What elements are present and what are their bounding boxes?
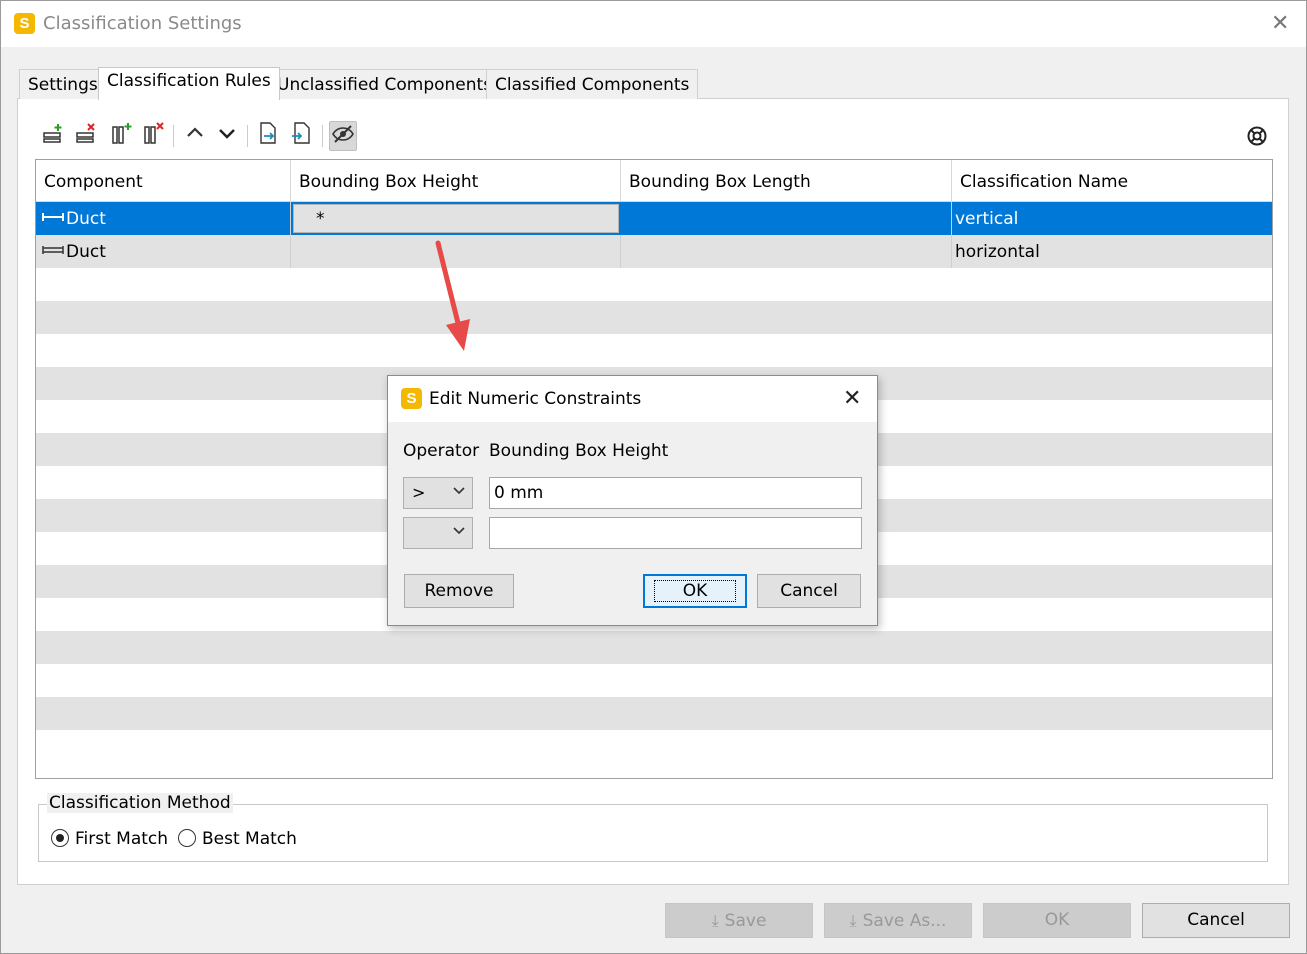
chevron-down-icon bbox=[452, 523, 466, 541]
operator-select-2[interactable] bbox=[403, 517, 473, 549]
tab-classified-components[interactable]: Classified Components bbox=[486, 69, 699, 99]
save-button[interactable]: ⤓ Save bbox=[665, 903, 813, 938]
column-header-component[interactable]: Component bbox=[36, 160, 291, 202]
best-match-radio[interactable]: Best Match bbox=[178, 829, 297, 849]
window-close-icon[interactable]: ✕ bbox=[1271, 13, 1289, 35]
classification-name-cell[interactable]: horizontal bbox=[952, 235, 1272, 268]
annotation-arrow-icon bbox=[435, 240, 470, 351]
tab-unclassified-components[interactable]: Unclassified Components bbox=[268, 69, 502, 99]
dialog-title-bar: S Edit Numeric Constraints ✕ bbox=[388, 376, 877, 422]
constraint-value-input-1[interactable]: 0 mm bbox=[489, 477, 862, 509]
save-as-button[interactable]: ⤓ Save As... bbox=[824, 903, 972, 938]
operator-select-1[interactable]: > bbox=[403, 477, 473, 509]
toolbar-separator bbox=[247, 125, 248, 147]
component-cell[interactable]: Duct bbox=[36, 202, 291, 235]
empty-row bbox=[36, 268, 1272, 301]
dialog-title: Edit Numeric Constraints bbox=[429, 389, 642, 409]
table-row[interactable]: Duct * vertical bbox=[36, 202, 1272, 235]
help-icon[interactable] bbox=[1246, 125, 1268, 147]
classification-settings-window: S Classification Settings ✕ Settings Cla… bbox=[0, 0, 1307, 954]
add-row-icon[interactable] bbox=[39, 121, 67, 151]
classification-method-group: Classification Method First Match Best M… bbox=[38, 793, 1268, 862]
dialog-cancel-button[interactable]: Cancel bbox=[757, 574, 861, 608]
title-bar: S Classification Settings ✕ bbox=[1, 1, 1306, 47]
duct-icon bbox=[42, 211, 66, 227]
hide-eye-icon[interactable] bbox=[329, 121, 357, 151]
radio-selected-icon bbox=[51, 829, 69, 847]
duct-icon bbox=[42, 244, 66, 260]
bounding-box-length-cell[interactable] bbox=[621, 235, 952, 268]
import-icon[interactable] bbox=[288, 121, 316, 151]
empty-row bbox=[36, 730, 1272, 763]
operator-value-1: > bbox=[412, 483, 426, 502]
column-header-classification-name[interactable]: Classification Name bbox=[952, 160, 1272, 202]
move-up-icon[interactable] bbox=[181, 121, 209, 151]
move-down-icon[interactable] bbox=[213, 121, 241, 151]
bounding-box-height-cell[interactable]: * bbox=[293, 204, 619, 233]
remove-column-icon[interactable] bbox=[139, 121, 167, 151]
edit-numeric-constraints-dialog: S Edit Numeric Constraints ✕ Operator Bo… bbox=[387, 375, 878, 626]
ok-button[interactable]: OK bbox=[983, 903, 1131, 938]
column-header-bounding-box-length[interactable]: Bounding Box Length bbox=[621, 160, 952, 202]
toolbar-separator bbox=[173, 125, 174, 147]
empty-row bbox=[36, 697, 1272, 730]
remove-button[interactable]: Remove bbox=[404, 574, 514, 608]
grid-header: Component Bounding Box Height Bounding B… bbox=[36, 160, 1272, 202]
app-logo-icon: S bbox=[14, 13, 35, 34]
operator-label: Operator bbox=[403, 441, 480, 461]
best-match-label: Best Match bbox=[202, 829, 297, 849]
first-match-radio[interactable]: First Match bbox=[51, 829, 168, 849]
empty-row bbox=[36, 334, 1272, 367]
save-as-label: Save As... bbox=[862, 911, 947, 931]
empty-row bbox=[36, 301, 1272, 334]
radio-unselected-icon bbox=[178, 829, 196, 847]
export-icon[interactable] bbox=[254, 121, 282, 151]
component-cell[interactable]: Duct bbox=[36, 235, 291, 268]
save-as-download-icon: ⤓ bbox=[849, 911, 857, 930]
component-name: Duct bbox=[66, 209, 106, 229]
empty-row bbox=[36, 664, 1272, 697]
remove-row-icon[interactable] bbox=[72, 121, 100, 151]
chevron-down-icon bbox=[452, 483, 466, 501]
field-label: Bounding Box Height bbox=[489, 441, 669, 461]
constraint-value-input-2[interactable] bbox=[489, 517, 862, 549]
dialog-ok-label: OK bbox=[653, 580, 737, 602]
tab-classification-rules[interactable]: Classification Rules bbox=[98, 67, 280, 100]
component-name: Duct bbox=[66, 242, 106, 262]
add-column-icon[interactable] bbox=[107, 121, 135, 151]
save-label: Save bbox=[724, 911, 767, 931]
table-row[interactable]: Duct horizontal bbox=[36, 235, 1272, 268]
classification-name-cell[interactable]: vertical bbox=[952, 202, 1272, 235]
classification-method-legend: Classification Method bbox=[47, 793, 233, 813]
window-title: Classification Settings bbox=[43, 13, 242, 34]
column-header-bounding-box-height[interactable]: Bounding Box Height bbox=[291, 160, 621, 202]
empty-row bbox=[36, 631, 1272, 664]
dialog-ok-button[interactable]: OK bbox=[643, 574, 747, 608]
cancel-button[interactable]: Cancel bbox=[1142, 903, 1290, 938]
app-logo-icon: S bbox=[401, 388, 422, 409]
first-match-label: First Match bbox=[75, 829, 169, 849]
tab-settings[interactable]: Settings bbox=[19, 69, 107, 99]
toolbar-separator bbox=[322, 125, 323, 147]
bounding-box-length-cell[interactable] bbox=[621, 202, 952, 235]
save-download-icon: ⤓ bbox=[711, 911, 719, 930]
dialog-close-icon[interactable]: ✕ bbox=[843, 388, 861, 410]
